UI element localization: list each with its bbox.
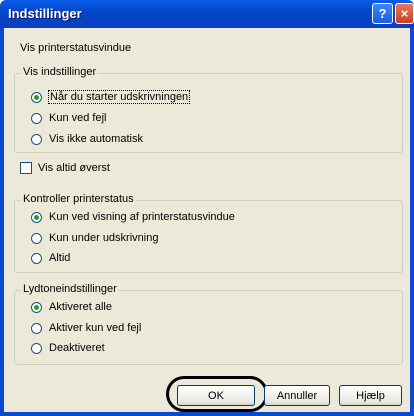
help-button[interactable]: Hjælp (339, 385, 402, 406)
close-icon: × (400, 6, 409, 21)
radio-label: Kun ved fejl (49, 112, 107, 124)
radio-label: Altid (49, 252, 71, 264)
radio-button[interactable] (31, 211, 42, 223)
window-title: Indstillinger (8, 6, 82, 21)
radio-label: Aktiveret alle (49, 301, 112, 313)
radio-label: Deaktiveret (49, 342, 105, 354)
radio-button[interactable] (31, 133, 42, 145)
section-heading: Vis printerstatusvindue (20, 42, 132, 54)
sound-settings-legend: Lydtoneindstillinger (21, 283, 119, 295)
radio-label: Kun ved visning af printerstatusvindue (49, 211, 235, 223)
radio-button[interactable] (31, 112, 42, 124)
radio-label: Aktiver kun ved fejl (49, 322, 142, 334)
window-frame-right (410, 28, 414, 416)
title-bar[interactable]: Indstillinger ? × (0, 0, 414, 28)
printer-status-legend: Kontroller printerstatus (21, 193, 136, 205)
radio-button[interactable] (31, 301, 42, 313)
help-title-button[interactable]: ? (372, 3, 393, 24)
radio-option-errors-only[interactable]: Aktiver kun ved fejl (31, 322, 141, 334)
close-button[interactable]: × (395, 3, 414, 24)
radio-label: Vis ikke automatisk (49, 133, 143, 145)
cancel-button-label: Annuller (276, 389, 318, 402)
radio-button[interactable] (31, 322, 42, 334)
radio-option-error-only[interactable]: Kun ved fejl (31, 112, 106, 124)
radio-option-during-print[interactable]: Kun under udskrivning (31, 232, 158, 244)
cancel-button[interactable]: Annuller (264, 385, 330, 406)
question-icon: ? (378, 6, 387, 21)
display-settings-legend: Vis indstillinger (21, 66, 99, 78)
radio-button[interactable] (31, 252, 42, 264)
radio-button[interactable] (31, 342, 42, 354)
radio-label: Kun under udskrivning (49, 232, 159, 244)
radio-button[interactable] (31, 91, 42, 103)
radio-option-start[interactable]: Når du starter udskrivningen (31, 90, 191, 104)
always-on-top-checkbox[interactable] (20, 162, 32, 174)
ok-button[interactable]: OK (177, 385, 255, 406)
radio-option-status-window[interactable]: Kun ved visning af printerstatusvindue (31, 211, 235, 223)
radio-button[interactable] (31, 232, 42, 244)
radio-option-never[interactable]: Vis ikke automatisk (31, 133, 143, 145)
radio-label: Når du starter udskrivningen (47, 90, 191, 104)
radio-option-all-enabled[interactable]: Aktiveret alle (31, 301, 112, 313)
always-on-top-option[interactable]: Vis altid øverst (20, 162, 110, 174)
settings-dialog: Indstillinger ? × Vis printerstatusvindu… (0, 0, 414, 416)
ok-button-label: OK (208, 389, 224, 402)
always-on-top-label: Vis altid øverst (38, 162, 110, 174)
window-frame-bottom (0, 412, 414, 416)
radio-option-always[interactable]: Altid (31, 252, 70, 264)
help-button-label: Hjælp (356, 389, 385, 402)
radio-option-disabled[interactable]: Deaktiveret (31, 342, 105, 354)
